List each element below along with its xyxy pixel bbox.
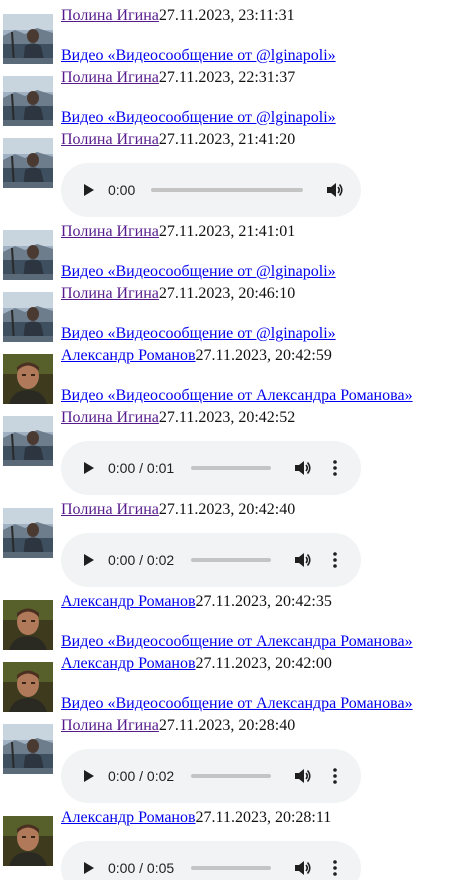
more-options-icon[interactable]	[330, 458, 340, 478]
video-message-link[interactable]: Видео «Видеосообщение от @lginapoli»	[61, 108, 457, 128]
audio-player[interactable]: 0:00 / 0:02	[61, 533, 361, 587]
message-content: Александр Романов27.11.2023, 20:42:59 Вид…	[61, 347, 457, 406]
author-link[interactable]: Полина Игина	[61, 409, 159, 426]
timestamp: 27.11.2023, 20:42:59	[195, 347, 332, 364]
message-header: Полина Игина27.11.2023, 20:46:10	[61, 284, 457, 304]
timestamp: 27.11.2023, 20:28:11	[195, 809, 332, 826]
message-content: Полина Игина27.11.2023, 21:41:20 0:00	[61, 131, 457, 217]
play-icon[interactable]	[79, 459, 97, 477]
timestamp: 27.11.2023, 20:42:52	[158, 409, 296, 426]
play-icon[interactable]	[79, 181, 97, 199]
message-header: Полина Игина27.11.2023, 23:11:31	[61, 6, 457, 26]
author-link[interactable]: Александр Романов	[61, 655, 196, 672]
volume-icon[interactable]	[293, 766, 313, 786]
avatar[interactable]	[3, 816, 53, 866]
message-header: Александр Романов27.11.2023, 20:28:11	[61, 808, 457, 828]
player-time: 0:00 / 0:02	[108, 552, 175, 568]
author-link[interactable]: Полина Игина	[61, 223, 159, 240]
message-header: Александр Романов27.11.2023, 20:42:59	[61, 346, 457, 366]
video-message-link[interactable]: Видео «Видеосообщение от @lginapoli»	[61, 262, 457, 282]
message-header: Александр Романов27.11.2023, 20:42:35	[61, 592, 457, 612]
message-content: Александр Романов27.11.2023, 20:42:35 Вид…	[61, 593, 457, 652]
avatar[interactable]	[3, 508, 53, 558]
player-time: 0:00 / 0:05	[108, 860, 175, 876]
author-link[interactable]: Полина Игина	[61, 69, 159, 86]
progress-track[interactable]	[191, 774, 271, 778]
message-content: Полина Игина27.11.2023, 23:11:31 Видео «В…	[61, 7, 457, 66]
play-icon[interactable]	[79, 859, 97, 877]
message-content: Полина Игина27.11.2023, 20:28:40 0:00 / 0…	[61, 717, 457, 803]
avatar[interactable]	[3, 600, 53, 650]
more-options-icon[interactable]	[330, 858, 340, 878]
avatar[interactable]	[3, 14, 53, 64]
progress-track[interactable]	[191, 466, 271, 470]
video-message-link[interactable]: Видео «Видеосообщение от Александра Рома…	[61, 632, 457, 652]
message-content: Александр Романов27.11.2023, 20:28:11 0:0…	[61, 809, 457, 880]
avatar[interactable]	[3, 662, 53, 712]
message-content: Александр Романов27.11.2023, 20:42:00 Вид…	[61, 655, 457, 714]
author-link[interactable]: Александр Романов	[61, 593, 196, 610]
timestamp: 27.11.2023, 21:41:01	[158, 223, 296, 240]
volume-icon[interactable]	[293, 550, 313, 570]
message-feed: Полина Игина27.11.2023, 23:11:31 Видео «В…	[0, 0, 457, 880]
avatar[interactable]	[3, 292, 53, 342]
video-message-link[interactable]: Видео «Видеосообщение от Александра Рома…	[61, 386, 457, 406]
video-message-link[interactable]: Видео «Видеосообщение от @lginapoli»	[61, 46, 457, 66]
timestamp: 27.11.2023, 20:42:35	[195, 593, 332, 610]
timestamp: 27.11.2023, 21:41:20	[158, 131, 296, 148]
message-header: Полина Игина27.11.2023, 20:28:40	[61, 716, 457, 736]
timestamp: 27.11.2023, 20:42:00	[195, 655, 332, 672]
message-content: Полина Игина27.11.2023, 20:42:40 0:00 / 0…	[61, 501, 457, 587]
progress-track[interactable]	[191, 866, 271, 870]
play-icon[interactable]	[79, 551, 97, 569]
author-link[interactable]: Полина Игина	[61, 131, 159, 148]
volume-icon[interactable]	[293, 858, 313, 878]
message-header: Полина Игина27.11.2023, 20:42:40	[61, 500, 457, 520]
video-message-link[interactable]: Видео «Видеосообщение от @lginapoli»	[61, 324, 457, 344]
message-header: Полина Игина27.11.2023, 21:41:01	[61, 222, 457, 242]
more-options-icon[interactable]	[330, 766, 340, 786]
audio-player[interactable]: 0:00 / 0:02	[61, 749, 361, 803]
timestamp: 27.11.2023, 20:42:40	[158, 501, 296, 518]
progress-track[interactable]	[151, 188, 303, 192]
message-content: Полина Игина27.11.2023, 20:46:10 Видео «В…	[61, 285, 457, 344]
author-link[interactable]: Полина Игина	[61, 501, 159, 518]
timestamp: 27.11.2023, 20:28:40	[158, 717, 296, 734]
avatar[interactable]	[3, 76, 53, 126]
volume-icon[interactable]	[293, 458, 313, 478]
author-link[interactable]: Полина Игина	[61, 7, 159, 24]
more-options-icon[interactable]	[330, 550, 340, 570]
message-content: Полина Игина27.11.2023, 20:42:52 0:00 / 0…	[61, 409, 457, 495]
message-content: Полина Игина27.11.2023, 22:31:37 Видео «В…	[61, 69, 457, 128]
timestamp: 27.11.2023, 22:31:37	[158, 69, 296, 86]
author-link[interactable]: Полина Игина	[61, 717, 159, 734]
timestamp: 27.11.2023, 20:46:10	[158, 285, 296, 302]
audio-player[interactable]: 0:00	[61, 163, 361, 217]
audio-player[interactable]: 0:00 / 0:01	[61, 441, 361, 495]
avatar[interactable]	[3, 354, 53, 404]
volume-icon[interactable]	[325, 180, 345, 200]
avatar[interactable]	[3, 138, 53, 188]
timestamp: 27.11.2023, 23:11:31	[158, 7, 295, 24]
play-icon[interactable]	[79, 767, 97, 785]
player-time: 0:00 / 0:02	[108, 768, 175, 784]
message-header: Александр Романов27.11.2023, 20:42:00	[61, 654, 457, 674]
message-header: Полина Игина27.11.2023, 21:41:20	[61, 130, 457, 150]
progress-track[interactable]	[191, 558, 271, 562]
player-time: 0:00 / 0:01	[108, 460, 175, 476]
audio-player[interactable]: 0:00 / 0:05	[61, 841, 361, 880]
avatar[interactable]	[3, 230, 53, 280]
message-header: Полина Игина27.11.2023, 20:42:52	[61, 408, 457, 428]
author-link[interactable]: Александр Романов	[61, 347, 196, 364]
author-link[interactable]: Полина Игина	[61, 285, 159, 302]
message-header: Полина Игина27.11.2023, 22:31:37	[61, 68, 457, 88]
author-link[interactable]: Александр Романов	[61, 809, 196, 826]
player-time: 0:00	[108, 182, 136, 198]
video-message-link[interactable]: Видео «Видеосообщение от Александра Рома…	[61, 694, 457, 714]
avatar[interactable]	[3, 724, 53, 774]
avatar[interactable]	[3, 416, 53, 466]
message-content: Полина Игина27.11.2023, 21:41:01 Видео «В…	[61, 223, 457, 282]
